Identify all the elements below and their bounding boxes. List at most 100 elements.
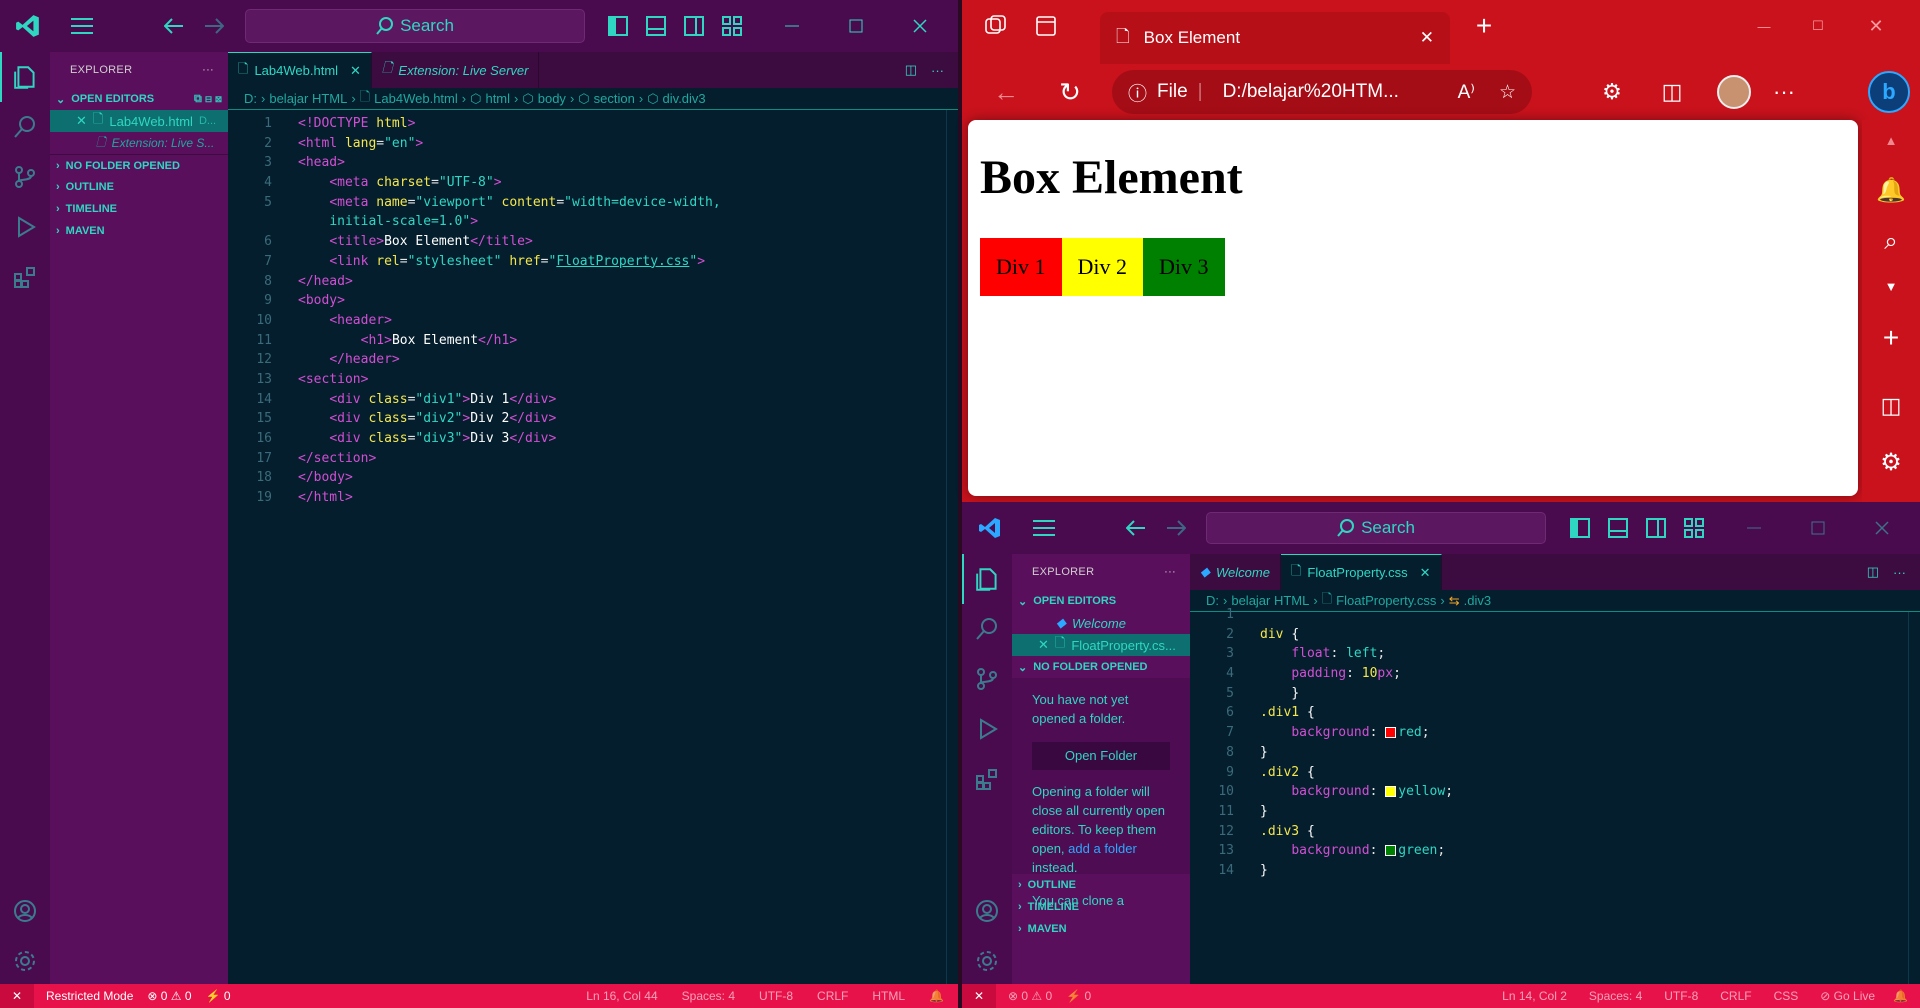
breadcrumb-item[interactable]: D:	[244, 91, 257, 106]
close-icon[interactable]: ✕	[1038, 637, 1049, 653]
search-icon[interactable]	[962, 604, 1012, 654]
open-editors-section[interactable]: ⌄ OPEN EDITORS	[1012, 590, 1190, 612]
section-no-folder[interactable]: ⌄ NO FOLDER OPENED	[1012, 656, 1190, 678]
scrollbar[interactable]	[946, 110, 958, 984]
accounts-icon[interactable]	[962, 886, 1012, 936]
minimize-icon[interactable]	[770, 0, 814, 52]
tab-welcome[interactable]: ◆ Welcome	[1190, 554, 1281, 590]
breadcrumb-item[interactable]: div.div3	[663, 91, 706, 106]
toggle-secondary-sidebar-icon[interactable]	[680, 0, 708, 52]
customize-layout-icon[interactable]	[1680, 502, 1708, 554]
go-live-status[interactable]: ⊘ Go Live	[1820, 989, 1875, 1003]
language-status[interactable]: HTML	[872, 989, 905, 1003]
code-line[interactable]: <meta charset="UTF-8">	[298, 173, 721, 193]
code-line[interactable]: </head>	[298, 272, 721, 292]
menu-icon[interactable]	[1024, 502, 1064, 554]
open-editors-actions-icon[interactable]: ⧉ ⊟ ⊠	[194, 93, 222, 106]
code-line[interactable]: <head>	[298, 153, 721, 173]
run-debug-icon[interactable]	[962, 704, 1012, 754]
more-menu-icon[interactable]: ···	[1764, 66, 1804, 118]
source-control-icon[interactable]	[962, 654, 1012, 704]
add-icon[interactable]: +	[1862, 316, 1920, 360]
code-line[interactable]: background: yellow;	[1260, 782, 1453, 802]
tab-floatproperty[interactable]: 🗋 FloatProperty.css ✕	[1280, 554, 1442, 590]
split-editor-icon[interactable]: ◫	[1867, 564, 1879, 580]
open-editors-section[interactable]: ⌄ OPEN EDITORS ⧉ ⊟ ⊠	[50, 88, 228, 110]
toggle-sidebar-icon[interactable]	[1566, 502, 1594, 554]
more-actions-icon[interactable]: ···	[931, 63, 944, 78]
read-aloud-icon[interactable]: A⁾	[1458, 81, 1475, 104]
extensions-icon[interactable]	[962, 754, 1012, 804]
toggle-sidebar-icon[interactable]	[604, 0, 632, 52]
remote-icon[interactable]: ✕	[962, 984, 996, 1008]
maximize-icon[interactable]	[1796, 502, 1840, 554]
code-line[interactable]: .div3 {	[1260, 822, 1453, 842]
source-control-icon[interactable]	[0, 152, 50, 202]
close-icon[interactable]: ✕	[350, 63, 361, 79]
explorer-icon[interactable]	[962, 554, 1012, 604]
code-line[interactable]: float: left;	[1260, 644, 1453, 664]
close-tab-icon[interactable]: ✕	[1420, 28, 1434, 48]
open-folder-button[interactable]: Open Folder	[1032, 742, 1170, 770]
close-icon[interactable]: ✕	[1420, 565, 1431, 581]
info-icon[interactable]: ⓘ	[1128, 79, 1147, 106]
forward-arrow-icon[interactable]	[196, 0, 232, 52]
code-line[interactable]: .div1 {	[1260, 703, 1453, 723]
forward-arrow-icon[interactable]	[1158, 502, 1194, 554]
add-folder-link[interactable]: add a folder	[1068, 841, 1137, 856]
command-search[interactable]: Search	[245, 9, 585, 43]
open-file-item[interactable]: ✕ 🗋 FloatProperty.cs...	[1012, 634, 1190, 656]
code-line[interactable]	[1260, 605, 1453, 625]
code-line[interactable]: <h1>Box Element</h1>	[298, 331, 721, 351]
problems-status[interactable]: ⊗ 0 ⚠ 0	[1008, 989, 1052, 1003]
close-icon[interactable]	[898, 0, 942, 52]
code-line[interactable]: }	[1260, 802, 1453, 822]
code-line[interactable]: </header>	[298, 350, 721, 370]
breadcrumb-item[interactable]: Lab4Web.html	[374, 91, 458, 106]
close-icon[interactable]: ✕	[76, 113, 87, 129]
scrollbar[interactable]	[1908, 612, 1920, 984]
remote-icon[interactable]: ✕	[0, 984, 34, 1008]
section-no-folder[interactable]: › NO FOLDER OPENED	[50, 154, 228, 176]
run-debug-icon[interactable]	[0, 202, 50, 252]
copilot-icon[interactable]: b	[1864, 66, 1914, 118]
restricted-mode-status[interactable]: Restricted Mode	[46, 989, 133, 1003]
maximize-icon[interactable]: ☐	[1796, 0, 1840, 52]
browser-tab[interactable]: 🗋 Box Element ✕	[1100, 12, 1450, 64]
section-maven[interactable]: › MAVEN	[1012, 918, 1190, 940]
settings-gear-icon[interactable]	[962, 936, 1012, 986]
html-code[interactable]: <!DOCTYPE html> <html lang="en"> <head> <m…	[298, 114, 721, 508]
back-arrow-icon[interactable]	[156, 0, 192, 52]
breadcrumb-item[interactable]: html	[485, 91, 510, 106]
customize-layout-icon[interactable]	[718, 0, 746, 52]
ports-status[interactable]: ⚡ 0	[1066, 989, 1091, 1003]
code-line[interactable]: background: red;	[1260, 723, 1453, 743]
settings-gear-icon[interactable]: ⚙	[1862, 440, 1920, 484]
code-line[interactable]: padding: 10px;	[1260, 664, 1453, 684]
split-screen-icon[interactable]: ◫	[1652, 66, 1692, 118]
notification-bell-icon[interactable]: 🔔	[1862, 168, 1920, 212]
code-line[interactable]: <title>Box Element</title>	[298, 232, 721, 252]
code-line[interactable]: <!DOCTYPE html>	[298, 114, 721, 134]
code-line[interactable]: }	[1260, 743, 1453, 763]
notifications-icon[interactable]: 🔔	[1893, 989, 1908, 1003]
open-file-item[interactable]: ✕ 🗋 Lab4Web.html D...	[50, 110, 228, 132]
close-icon[interactable]	[1860, 502, 1904, 554]
breadcrumb-item[interactable]: belajar HTML	[269, 91, 347, 106]
problems-status[interactable]: ⊗ 0 ⚠ 0	[147, 989, 191, 1003]
breadcrumb-item[interactable]: .div3	[1464, 593, 1491, 608]
code-line[interactable]: </html>	[298, 488, 721, 508]
minimize-icon[interactable]	[1732, 502, 1776, 554]
cursor-position-status[interactable]: Ln 14, Col 2	[1502, 989, 1567, 1003]
code-line[interactable]: }	[1260, 861, 1453, 881]
code-line[interactable]: <div class="div3">Div 3</div>	[298, 429, 721, 449]
code-line[interactable]: <section>	[298, 370, 721, 390]
code-line[interactable]: initial-scale=1.0">	[298, 212, 721, 232]
tab-lab4web[interactable]: 🗋 Lab4Web.html ✕	[228, 52, 372, 88]
more-actions-icon[interactable]: ···	[1164, 566, 1176, 578]
code-line[interactable]: .div2 {	[1260, 763, 1453, 783]
more-actions-icon[interactable]: ···	[202, 64, 214, 76]
section-timeline[interactable]: › TIMELINE	[50, 198, 228, 220]
scroll-up-icon[interactable]: ▲	[1862, 120, 1920, 160]
eol-status[interactable]: CRLF	[1720, 989, 1751, 1003]
